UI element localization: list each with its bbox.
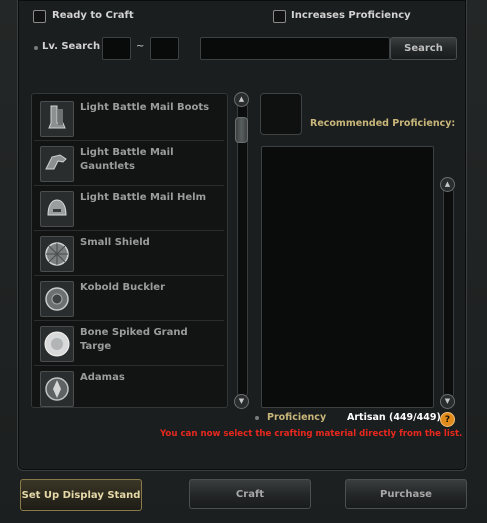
list-item[interactable]: Small Shield: [34, 231, 224, 276]
adamas-icon: [40, 371, 74, 407]
buckler-icon: [40, 281, 74, 317]
list-item-name: Kobold Buckler: [80, 282, 165, 293]
list-item-name: Light Battle Mail Gauntlets: [80, 147, 174, 172]
increases-proficiency-checkbox[interactable]: [273, 10, 286, 23]
list-item[interactable]: Kobold Buckler: [34, 276, 224, 321]
list-item-name: Light Battle Mail Helm: [80, 192, 206, 203]
helm-icon: [40, 191, 74, 227]
lv-search-bullet: [34, 46, 38, 50]
materials-scrollbar[interactable]: [443, 188, 454, 398]
search-input[interactable]: [200, 37, 390, 60]
level-max-input[interactable]: [150, 37, 179, 60]
level-range-separator: ~: [136, 41, 145, 52]
search-button[interactable]: Search: [390, 37, 457, 60]
materials-scroll-down-button[interactable]: ▼: [440, 394, 455, 409]
level-min-input[interactable]: [102, 37, 131, 60]
list-scrollbar[interactable]: [237, 103, 248, 397]
list-item-name: Small Shield: [80, 237, 150, 248]
list-scroll-up-button[interactable]: ▲: [234, 92, 249, 107]
set-up-display-stand-button[interactable]: Set Up Display Stand: [20, 479, 142, 511]
purchase-button[interactable]: Purchase: [345, 479, 467, 509]
increases-proficiency-label: Increases Proficiency: [291, 10, 411, 21]
list-item[interactable]: Bone Spiked Grand Targe: [34, 321, 224, 366]
list-item[interactable]: Light Battle Mail Gauntlets: [34, 141, 224, 186]
ready-to-craft-checkbox[interactable]: [33, 10, 46, 23]
lv-search-label: Lv. Search: [42, 41, 101, 52]
list-item-name: Adamas: [80, 372, 125, 383]
ready-to-craft-label: Ready to Craft: [52, 10, 134, 21]
materials-panel: [261, 146, 434, 408]
proficiency-bullet: [255, 416, 259, 420]
boots-icon: [40, 101, 74, 137]
targe-icon: [40, 326, 74, 362]
gauntlets-icon: [40, 146, 74, 182]
selected-item-slot[interactable]: [260, 93, 302, 135]
proficiency-value: Artisan (449/449): [347, 412, 441, 423]
help-icon[interactable]: ?: [440, 412, 455, 427]
list-scroll-thumb[interactable]: [235, 117, 248, 143]
list-item[interactable]: Light Battle Mail Helm: [34, 186, 224, 231]
list-scroll-down-button[interactable]: ▼: [234, 394, 249, 409]
list-item-name: Bone Spiked Grand Targe: [80, 327, 188, 352]
small-shield-icon: [40, 236, 74, 272]
list-item[interactable]: Adamas: [34, 366, 224, 407]
list-item[interactable]: Light Battle Mail Boots: [34, 96, 224, 141]
list-item-name: Light Battle Mail Boots: [80, 102, 210, 113]
recipe-list: Light Battle Mail Boots Light Battle Mai…: [31, 93, 228, 408]
proficiency-label: Proficiency: [267, 412, 327, 423]
craft-button[interactable]: Craft: [189, 479, 311, 509]
materials-scroll-up-button[interactable]: ▲: [440, 177, 455, 192]
crafting-material-notice: You can now select the crafting material…: [160, 429, 463, 439]
recommended-proficiency-label: Recommended Proficiency:: [310, 118, 456, 129]
